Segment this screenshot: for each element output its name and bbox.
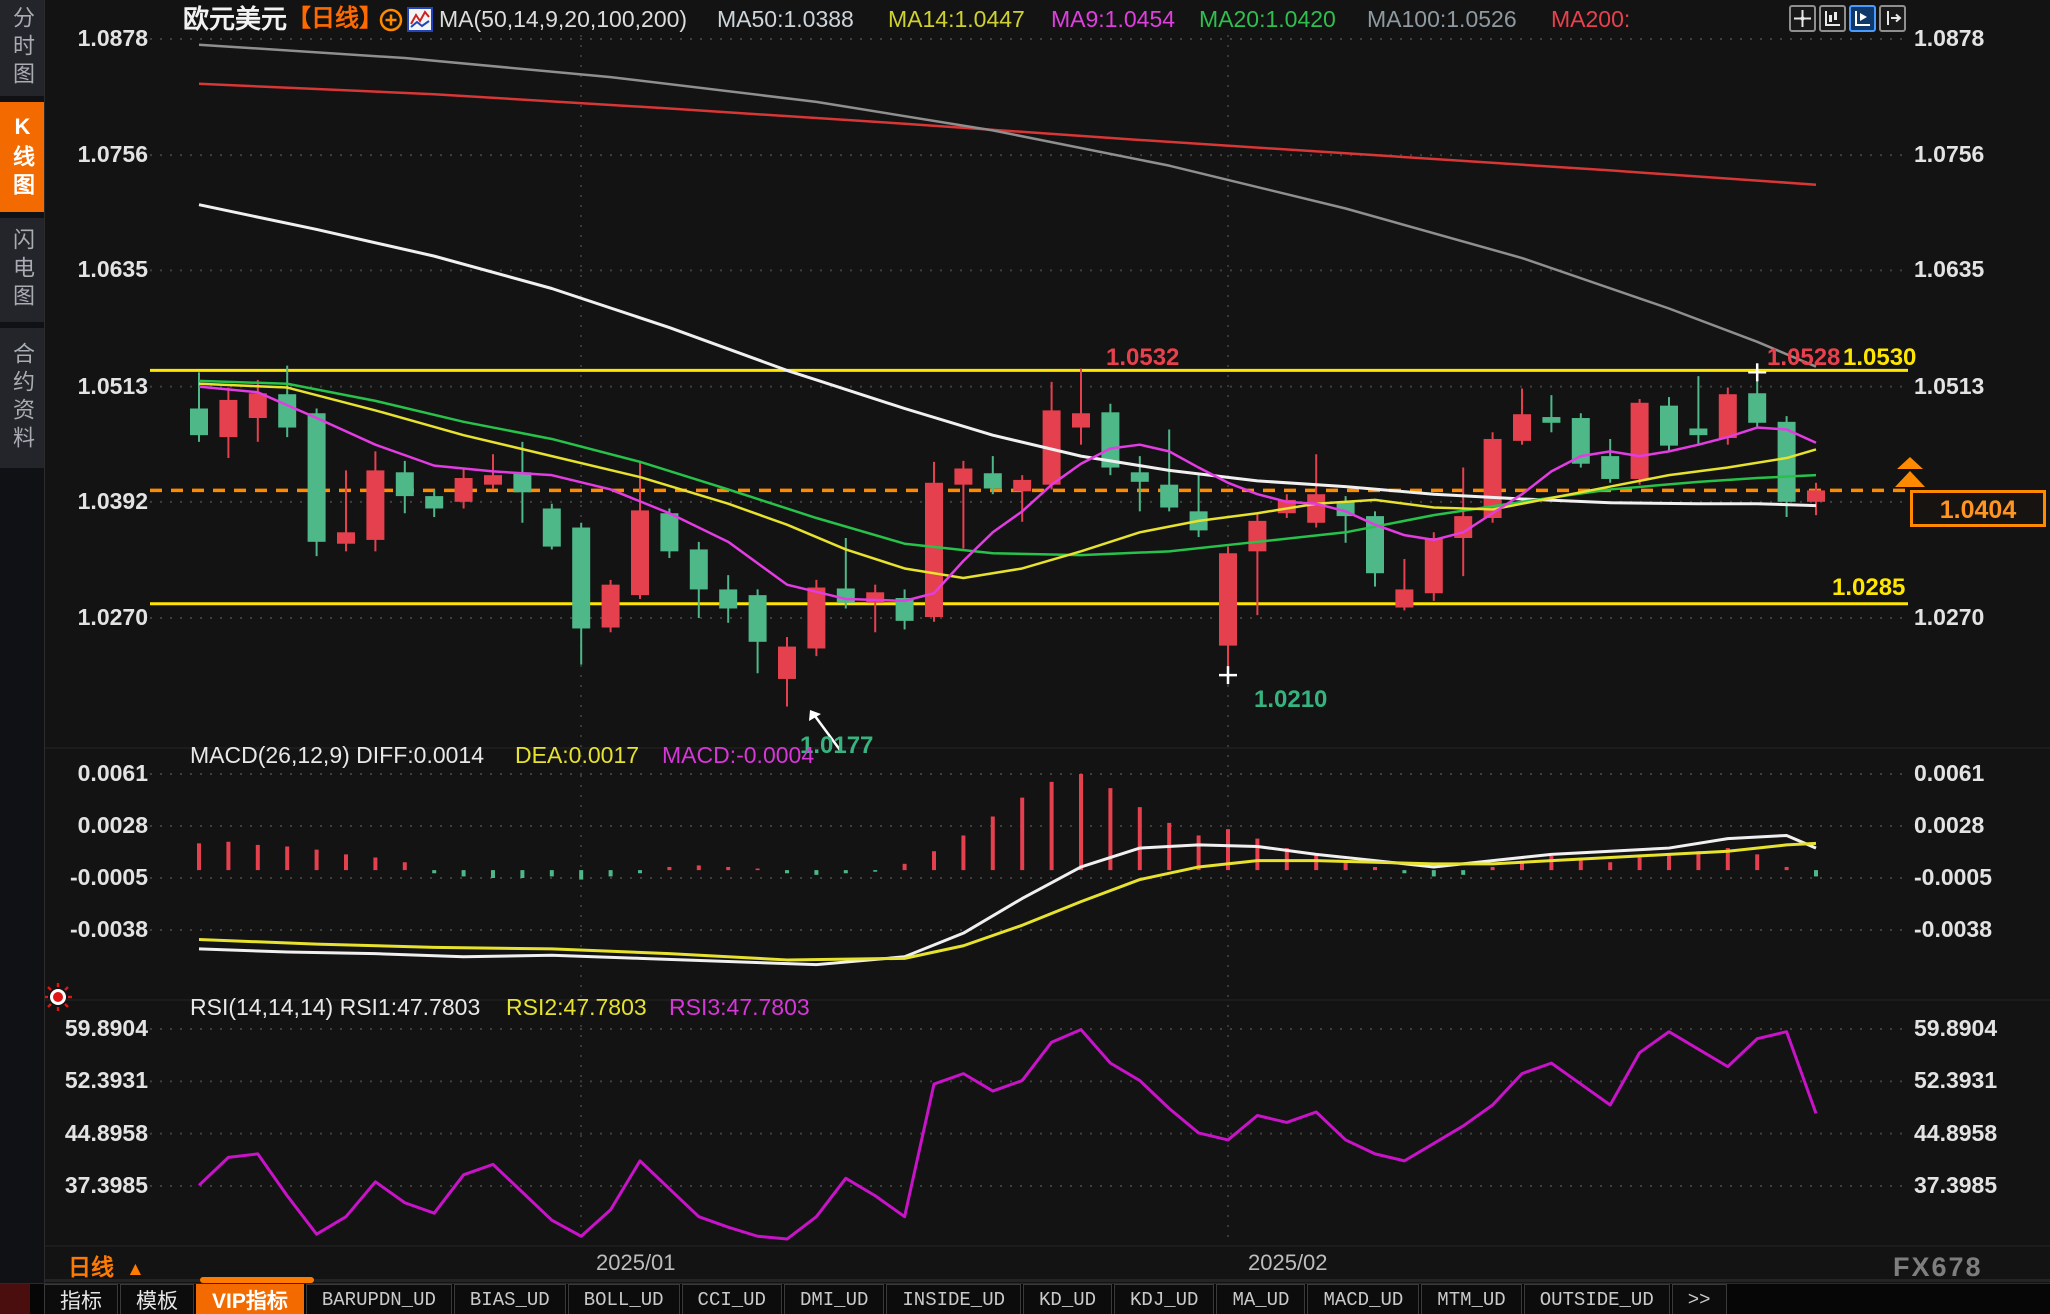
macd-axis-label-right: -0.0038 (1914, 916, 1992, 943)
indicator-tab-dmi_ud[interactable]: DMI_UD (784, 1284, 884, 1314)
main-axis-label-right: 1.0270 (1914, 604, 1984, 631)
indicator-tab-macd_ud[interactable]: MACD_UD (1307, 1284, 1419, 1314)
feb-low-label: 1.0210 (1254, 686, 1327, 714)
indicator-tab-inside_ud[interactable]: INSIDE_UD (886, 1284, 1021, 1314)
rsi-axis-label-right: 52.3931 (1914, 1067, 1997, 1094)
main-axis-label-right: 1.0635 (1914, 256, 1984, 283)
rsi-axis-label-left: 37.3985 (48, 1172, 148, 1199)
last-price-badge: 1.0404 (1910, 490, 2046, 527)
sidebar-tab-1[interactable]: 分时图 (0, 0, 44, 96)
dropdown-up-icon: ▲ (126, 1259, 145, 1281)
indicator-tab-barupdn_ud[interactable]: BARUPDN_UD (306, 1284, 452, 1314)
main-axis-label-left: 1.0513 (48, 373, 148, 400)
price-up-arrows-icon (1893, 455, 1927, 496)
chart-canvas[interactable] (0, 0, 2050, 1314)
indicator-tab->>[interactable]: >> (1672, 1284, 1727, 1314)
indicator-tab-kdj_ud[interactable]: KDJ_UD (1114, 1284, 1214, 1314)
rsi2-value: RSI2:47.7803 (506, 994, 647, 1020)
main-axis-label-right: 1.0878 (1914, 25, 1984, 52)
indicator-toolbar: 指标模板VIP指标BARUPDN_UDBIAS_UDBOLL_UDCCI_UDD… (0, 1283, 2050, 1314)
ma-value-1: MA50:1.0388 (717, 5, 854, 33)
macd-axis-label-right: 0.0061 (1914, 760, 1984, 787)
macd-axis-label-right: -0.0005 (1914, 864, 1992, 891)
main-axis-label-left: 1.0635 (48, 256, 148, 283)
period-selector[interactable]: 日线▲ (68, 1248, 145, 1282)
macd-axis-label-left: 0.0061 (48, 760, 148, 787)
main-axis-label-left: 1.0756 (48, 141, 148, 168)
macd-axis-label-left: -0.0005 (48, 864, 148, 891)
left-sidebar: 分时图 K线图闪电图合约资料 (0, 0, 45, 1314)
pan-crosshair-button[interactable] (1789, 5, 1816, 32)
main-axis-label-left: 1.0878 (48, 25, 148, 52)
indicator-tab-mtm_ud[interactable]: MTM_UD (1421, 1284, 1521, 1314)
main-axis-label-left: 1.0392 (48, 488, 148, 515)
rsi-axis-label-right: 59.8904 (1914, 1015, 1997, 1042)
time-axis-label: 2025/02 (1248, 1250, 1328, 1276)
period-tag[interactable]: 【日线】 (287, 5, 383, 33)
live-record-icon[interactable] (43, 982, 73, 1017)
ma-value-3: MA9:1.0454 (1051, 5, 1175, 33)
ma-value-6: MA200: (1551, 5, 1630, 33)
indicator-tab-kd_ud[interactable]: KD_UD (1023, 1284, 1112, 1314)
macd-value: MACD:-0.0004 (662, 742, 814, 768)
axis-candles-button[interactable] (1819, 5, 1846, 32)
rsi-axis-label-right: 37.3985 (1914, 1172, 1997, 1199)
resistance-line-label: 1.0530 (1843, 344, 1916, 372)
sidebar-tab-2[interactable]: K线图 (0, 102, 44, 212)
ma-value-5: MA100:1.0526 (1367, 5, 1517, 33)
rsi-axis-label-right: 44.8958 (1914, 1120, 1997, 1147)
indicator-tab-outside_ud[interactable]: OUTSIDE_UD (1524, 1284, 1670, 1314)
rsi3-value: RSI3:47.7803 (669, 994, 810, 1020)
macd-axis-label-left: 0.0028 (48, 812, 148, 839)
recent-high-label: 1.0528 (1767, 344, 1840, 372)
support-line-label: 1.0285 (1832, 574, 1905, 602)
indicator-tab-[interactable]: 模板 (120, 1284, 194, 1314)
indicator-tab-ma_ud[interactable]: MA_UD (1216, 1284, 1305, 1314)
rsi-axis-label-left: 52.3931 (48, 1067, 148, 1094)
rsi-axis-label-left: 44.8958 (48, 1120, 148, 1147)
axis-pointer-button[interactable] (1849, 5, 1876, 32)
main-axis-label-left: 1.0270 (48, 604, 148, 631)
indicator-tab-bias_ud[interactable]: BIAS_UD (454, 1284, 566, 1314)
sidebar-tab-4[interactable]: 合约资料 (0, 328, 44, 468)
ma-value-4: MA20:1.0420 (1199, 5, 1336, 33)
main-axis-label-right: 1.0513 (1914, 373, 1984, 400)
indicator-tab-[interactable]: 指标 (44, 1284, 118, 1314)
symbol-title: 欧元美元 (183, 5, 287, 33)
rsi-header: RSI(14,14,14) RSI1:47.7803 (190, 994, 480, 1020)
main-axis-label-right: 1.0756 (1914, 141, 1984, 168)
chart-scrollbar-track[interactable] (45, 1279, 2050, 1282)
macd-axis-label-left: -0.0038 (48, 916, 148, 943)
rsi-axis-label-left: 59.8904 (48, 1015, 148, 1042)
macd-axis-label-right: 0.0028 (1914, 812, 1984, 839)
resistance-mid-label: 1.0532 (1106, 344, 1179, 372)
indicator-tab-boll_ud[interactable]: BOLL_UD (568, 1284, 680, 1314)
macd-header: MACD(26,12,9) DIFF:0.0014 (190, 742, 484, 768)
status-square (0, 1284, 30, 1314)
time-axis-label: 2025/01 (596, 1250, 676, 1276)
ma-value-2: MA14:1.0447 (888, 5, 1025, 33)
indicator-tab-vip[interactable]: VIP指标 (196, 1284, 304, 1314)
ma-settings-label: MA(50,14,9,20,100,200) (439, 5, 687, 33)
ma-indicator-icon[interactable] (407, 7, 433, 35)
axis-shift-button[interactable] (1879, 5, 1906, 32)
circle-plus-icon[interactable] (379, 8, 403, 36)
trading-app: { "sidebar": {"items": [ {"label": "分时图"… (0, 0, 2050, 1314)
sidebar-tab-3[interactable]: 闪电图 (0, 218, 44, 322)
indicator-tab-cci_ud[interactable]: CCI_UD (682, 1284, 782, 1314)
macd-dea-value: DEA:0.0017 (515, 742, 639, 768)
